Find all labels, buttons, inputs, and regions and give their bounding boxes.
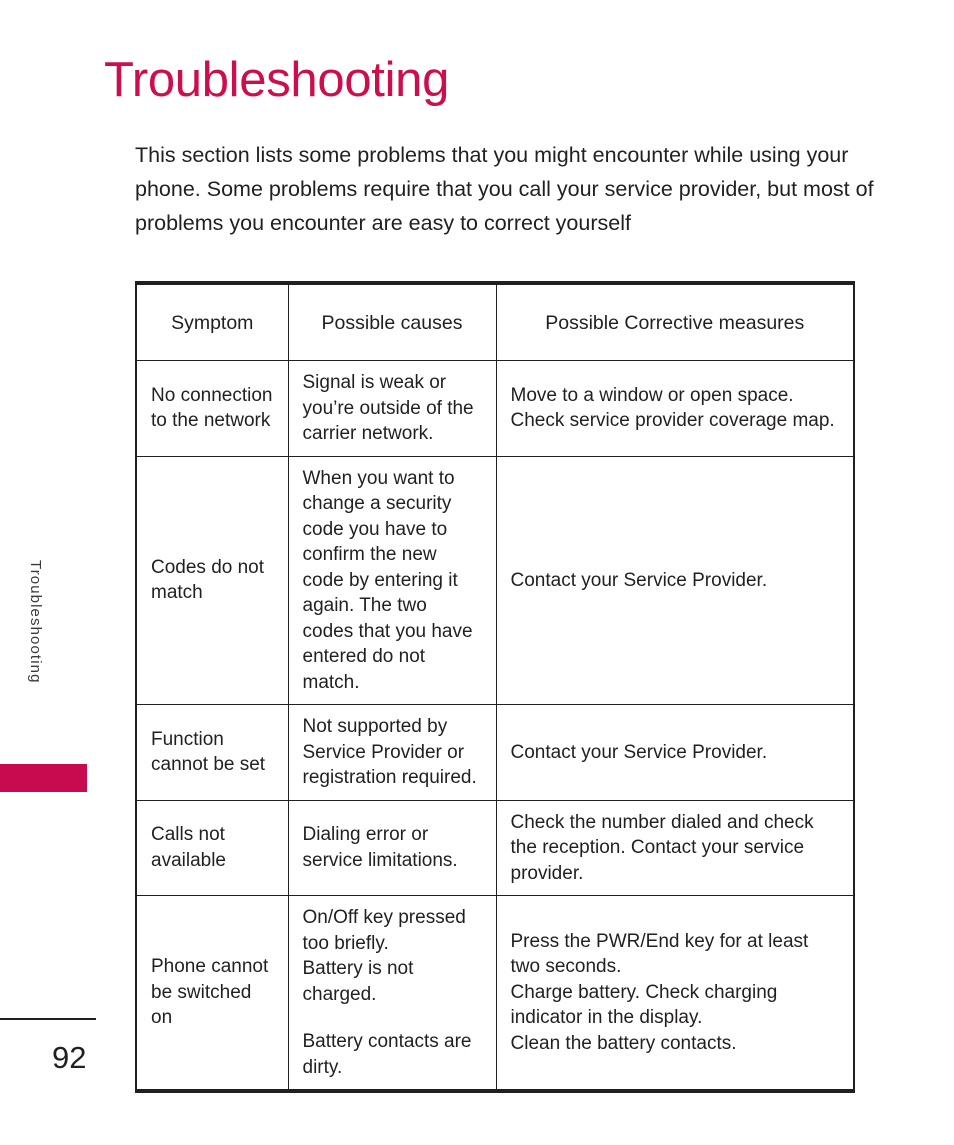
column-header-possible-corrective-measures: Possible Corrective measures [495,282,855,361]
cell-measures: Check the number dialed and check the re… [495,799,855,896]
table-header: Symptom Possible causes Possible Correct… [135,282,855,361]
page-number: 92 [52,1040,87,1075]
cell-causes: Signal is weak or you’re outside of the … [287,360,497,457]
table-row: No connection to the network Signal is w… [135,360,855,457]
cell-symptom: Function cannot be set [135,704,289,801]
table-row: Function cannot be set Not supported by … [135,704,855,801]
intro-paragraph: This section lists some problems that yo… [135,143,874,235]
cell-causes: On/Off key pressed too briefly. Battery … [287,895,497,1092]
cell-measures-line-1: Press the PWR/End key for at least two s… [510,930,809,978]
cell-measures: Press the PWR/End key for at least two s… [495,895,855,1092]
troubleshooting-table-wrapper: Symptom Possible causes Possible Correct… [135,281,855,1093]
cell-measures: Contact your Service Provider. [495,455,855,705]
cell-measures-line-3: Clean the battery contacts. [510,1032,737,1054]
cell-measures: Move to a window or open space. Check se… [495,360,855,457]
cell-causes: When you want to change a security code … [287,455,497,705]
table-header-row: Symptom Possible causes Possible Correct… [135,282,855,361]
side-tab-chapter-label: Troubleshooting [27,560,44,684]
cell-measures: Contact your Service Provider. [495,704,855,801]
page-title: Troubleshooting [104,53,450,107]
cell-measures-line-2: Charge battery. Check charging indicator… [510,981,778,1029]
cell-symptom: Calls not available [135,799,289,896]
side-tab-marker [0,764,87,792]
table-row: Codes do not match When you want to chan… [135,455,855,705]
cell-symptom: No connection to the network [135,360,289,457]
cell-causes: Not supported by Service Provider or reg… [287,704,497,801]
cell-causes: Dialing error or service limitations. [287,799,497,896]
table-row: Calls not available Dialing error or ser… [135,799,855,896]
troubleshooting-table: Symptom Possible causes Possible Correct… [135,281,855,1093]
column-header-symptom: Symptom [135,282,289,361]
cell-causes-line-2: Battery is not charged. [302,958,414,1005]
cell-symptom: Phone cannot be switched on [135,895,289,1092]
column-header-possible-causes: Possible causes [287,282,497,361]
cell-causes-line-1: On/Off key pressed too briefly. [302,907,466,954]
cell-symptom: Codes do not match [135,455,289,705]
footer-rule [0,1018,96,1020]
table-body: No connection to the network Signal is w… [135,360,855,1092]
cell-causes-line-3: Battery contacts are dirty. [302,1031,472,1078]
table-row: Phone cannot be switched on On/Off key p… [135,895,855,1092]
